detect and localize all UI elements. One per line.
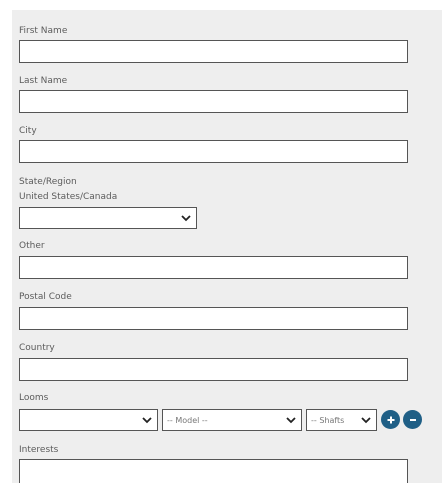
postal-code-input[interactable] bbox=[19, 307, 408, 330]
add-loom-button[interactable] bbox=[381, 410, 400, 429]
interests-input[interactable] bbox=[19, 459, 408, 483]
chevron-down-icon bbox=[181, 215, 191, 222]
city-label: City bbox=[19, 126, 37, 136]
interests-label: Interests bbox=[19, 445, 59, 455]
plus-icon bbox=[387, 416, 394, 423]
chevron-down-icon bbox=[361, 417, 371, 424]
model-select[interactable]: -- Model -- bbox=[162, 409, 302, 431]
minus-icon bbox=[409, 418, 416, 421]
remove-loom-button[interactable] bbox=[403, 410, 422, 429]
first-name-input[interactable] bbox=[19, 40, 408, 63]
chevron-down-icon bbox=[286, 417, 296, 424]
state-select[interactable] bbox=[19, 207, 197, 229]
country-label: Country bbox=[19, 343, 55, 353]
country-input[interactable] bbox=[19, 358, 408, 381]
last-name-input[interactable] bbox=[19, 90, 408, 113]
model-select-value: -- Model -- bbox=[167, 415, 208, 425]
postal-code-label: Postal Code bbox=[19, 292, 72, 302]
shafts-select[interactable]: -- Shafts bbox=[306, 409, 377, 431]
state-region-label: State/Region bbox=[19, 177, 77, 187]
us-canada-label: United States/Canada bbox=[19, 192, 118, 202]
first-name-label: First Name bbox=[19, 26, 68, 36]
chevron-down-icon bbox=[142, 417, 152, 424]
last-name-label: Last Name bbox=[19, 76, 68, 86]
city-input[interactable] bbox=[19, 140, 408, 163]
loom-select[interactable] bbox=[19, 409, 158, 431]
other-label: Other bbox=[19, 241, 45, 251]
other-input[interactable] bbox=[19, 256, 408, 279]
shafts-select-value: -- Shafts bbox=[311, 415, 345, 425]
looms-label: Looms bbox=[19, 393, 49, 403]
